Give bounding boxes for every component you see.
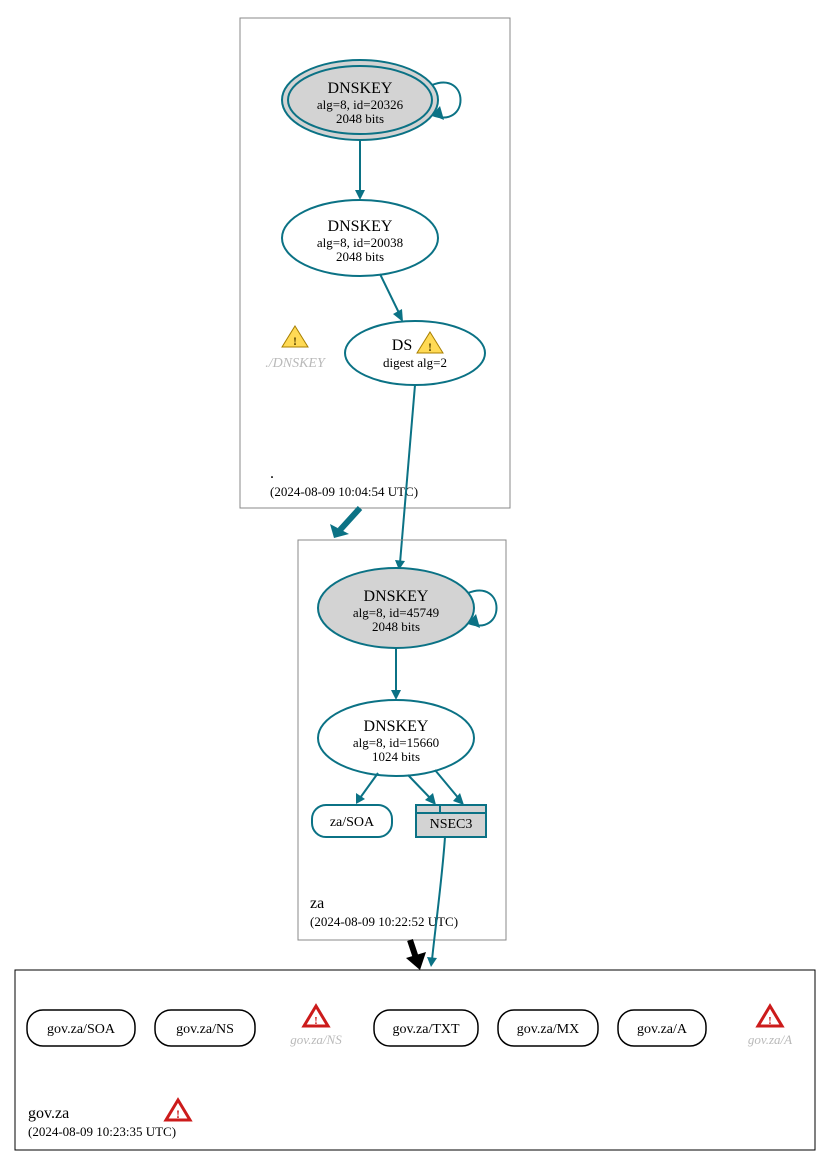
zone-root-timestamp: (2024-08-09 10:04:54 UTC) [270,484,418,499]
za-soa-label: za/SOA [330,815,375,830]
svg-text:!: ! [314,1015,318,1027]
za-zsk-title: DNSKEY [364,718,429,735]
zone-za-label: za [310,895,324,912]
za-nsec3-label: NSEC3 [430,817,473,832]
root-ds[interactable]: DS digest alg=2 ! [345,321,485,385]
svg-text:./DNSKEY: ./DNSKEY [265,356,327,371]
govza-ghost-a: ! gov.za/A [748,1006,792,1047]
edge-delegation-root-za [340,508,360,530]
edge-root-zsk-ds [380,274,400,315]
root-dnskey-ksk[interactable]: DNSKEY alg=8, id=20326 2048 bits [282,60,438,140]
edge-za-zsk-soa [360,773,378,798]
govza-mx-label: gov.za/MX [517,1022,579,1037]
govza-soa[interactable]: gov.za/SOA [27,1010,135,1046]
root-ghost-dnskey: ! ./DNSKEY [265,326,327,371]
root-ds-title: DS [392,337,412,354]
za-ksk-line1: alg=8, id=45749 [353,605,439,620]
za-zsk-line2: 1024 bits [372,749,420,764]
edge-nsec3-govza [432,837,445,960]
edge-za-zsk-nsec3-2 [435,770,460,800]
govza-txt[interactable]: gov.za/TXT [374,1010,478,1046]
govza-soa-label: gov.za/SOA [47,1022,116,1037]
svg-text:gov.za/NS: gov.za/NS [290,1032,342,1047]
zone-root: . (2024-08-09 10:04:54 UTC) DNSKEY alg=8… [240,18,510,570]
root-zsk-title: DNSKEY [328,218,393,235]
root-ksk-line2: 2048 bits [336,111,384,126]
svg-text:!: ! [768,1015,772,1027]
edge-za-zsk-nsec3-1 [408,775,432,800]
za-zsk-line1: alg=8, id=15660 [353,735,439,750]
zone-govza: gov.za (2024-08-09 10:23:35 UTC) ! gov.z… [15,970,815,1150]
root-dnskey-zsk[interactable]: DNSKEY alg=8, id=20038 2048 bits [282,200,438,276]
root-ds-line1: digest alg=2 [383,355,447,370]
warning-icon: ! [282,326,308,348]
svg-text:!: ! [293,334,297,348]
error-icon: ! [166,1100,190,1121]
error-icon: ! [304,1006,328,1027]
govza-mx[interactable]: gov.za/MX [498,1010,598,1046]
root-zsk-line1: alg=8, id=20038 [317,235,403,250]
zone-govza-timestamp: (2024-08-09 10:23:35 UTC) [28,1124,176,1139]
zone-root-label: . [270,465,274,482]
govza-txt-label: gov.za/TXT [392,1022,460,1037]
svg-text:!: ! [176,1107,180,1121]
za-nsec3[interactable]: NSEC3 [416,805,486,837]
za-ksk-title: DNSKEY [364,588,429,605]
za-soa[interactable]: za/SOA [312,805,392,837]
error-icon: ! [758,1006,782,1027]
za-dnskey-zsk[interactable]: DNSKEY alg=8, id=15660 1024 bits [318,700,474,776]
root-zsk-line2: 2048 bits [336,249,384,264]
za-dnskey-ksk[interactable]: DNSKEY alg=8, id=45749 2048 bits [318,568,474,648]
govza-a[interactable]: gov.za/A [618,1010,706,1046]
svg-text:gov.za/A: gov.za/A [748,1032,792,1047]
govza-ns[interactable]: gov.za/NS [155,1010,255,1046]
govza-a-label: gov.za/A [637,1022,688,1037]
za-ksk-line2: 2048 bits [372,619,420,634]
govza-ns-label: gov.za/NS [176,1022,234,1037]
zone-za: za (2024-08-09 10:22:52 UTC) DNSKEY alg=… [298,540,506,967]
svg-text:!: ! [428,340,432,354]
zone-govza-label: gov.za [28,1105,69,1122]
root-ksk-title: DNSKEY [328,80,393,97]
govza-ghost-ns: ! gov.za/NS [290,1006,342,1047]
edge-ds-za-ksk [400,385,415,563]
root-ksk-line1: alg=8, id=20326 [317,97,404,112]
